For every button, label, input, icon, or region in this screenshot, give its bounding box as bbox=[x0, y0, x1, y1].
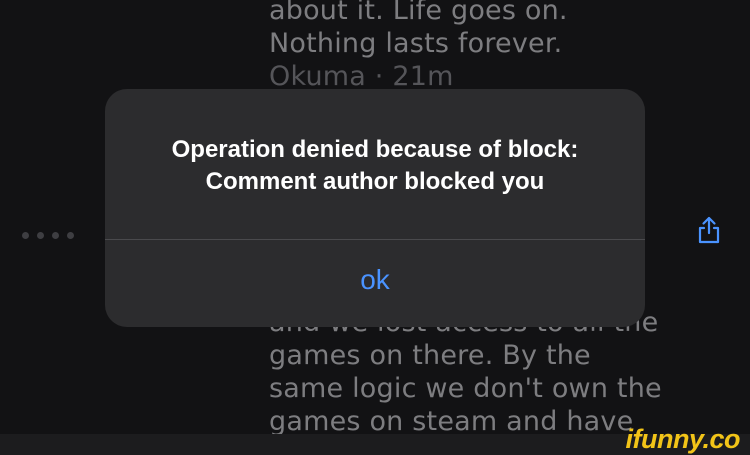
dot bbox=[67, 232, 74, 239]
dot bbox=[22, 232, 29, 239]
ok-button[interactable]: ok bbox=[105, 240, 645, 327]
ifunny-watermark: ifunny.co bbox=[625, 424, 741, 454]
dot bbox=[52, 232, 59, 239]
alert-dialog: Operation denied because of block: Comme… bbox=[105, 89, 645, 327]
post-text-line: games on there. By the bbox=[269, 340, 591, 371]
post-text-line: about it. Life goes on. bbox=[269, 0, 568, 26]
alert-message: Operation denied because of block: Comme… bbox=[105, 134, 645, 198]
post-text-line: same logic we don't own the bbox=[269, 373, 662, 404]
background-post-text-top: about it. Life goes on. Nothing lasts fo… bbox=[269, 0, 568, 93]
more-dots-icon[interactable] bbox=[22, 232, 74, 239]
dot bbox=[37, 232, 44, 239]
alert-message-line: Comment author blocked you bbox=[205, 168, 545, 195]
alert-message-line: Operation denied because of block: bbox=[171, 136, 579, 163]
share-icon[interactable] bbox=[696, 216, 722, 244]
post-text-line: Nothing lasts forever. bbox=[269, 28, 563, 59]
